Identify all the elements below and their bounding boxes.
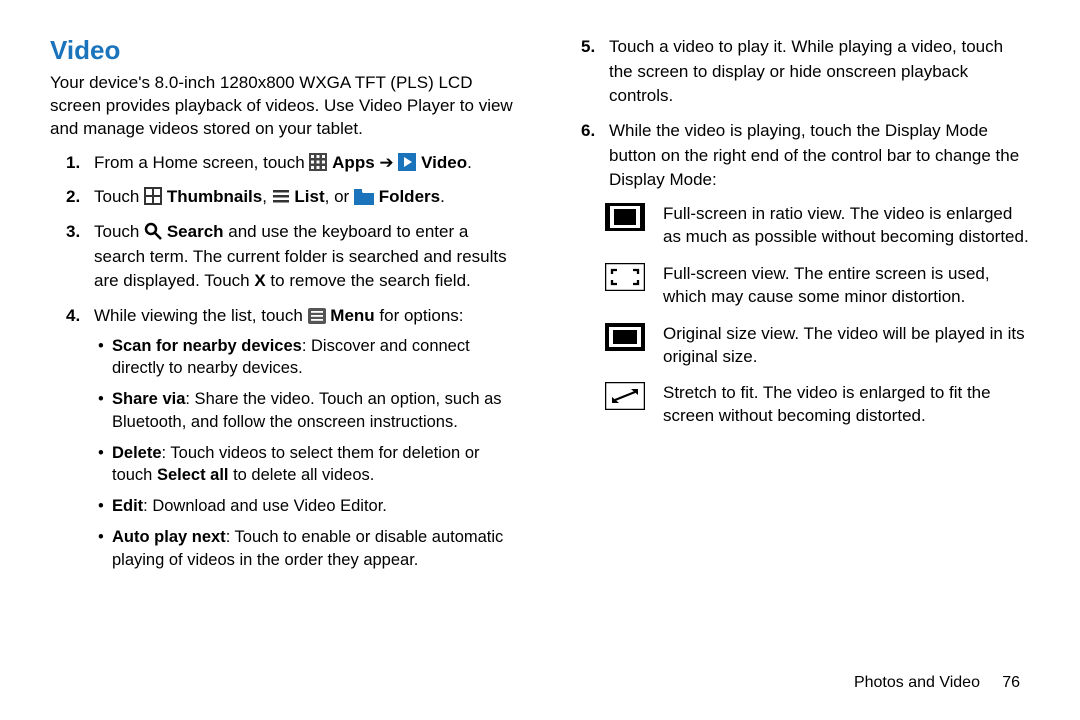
thumbnails-icon [144, 187, 162, 205]
menu-icon [308, 308, 326, 324]
fullscreen-icon [605, 263, 645, 296]
left-column: Video Your device's 8.0-inch 1280x800 WX… [50, 35, 515, 645]
folders-icon [354, 189, 374, 205]
step-4: While viewing the list, touch Menu for o… [94, 304, 515, 572]
mode-ratio: Full-screen in ratio view. The video is … [605, 203, 1030, 249]
section-title: Video [50, 35, 515, 66]
mode-fullscreen: Full-screen view. The entire screen is u… [605, 263, 1030, 309]
original-size-icon [605, 323, 645, 356]
right-column: Touch a video to play it. While playing … [565, 35, 1030, 645]
stretch-fit-icon [605, 382, 645, 415]
sub-scan: Scan for nearby devices: Discover and co… [98, 335, 515, 381]
list-icon [272, 187, 290, 205]
footer-page: 76 [1002, 674, 1020, 691]
sub-delete: Delete: Touch videos to select them for … [98, 442, 515, 488]
mode-stretch: Stretch to fit. The video is enlarged to… [605, 382, 1030, 428]
step-3: Touch Search and use the keyboard to ent… [94, 220, 515, 294]
mode-original: Original size view. The video will be pl… [605, 323, 1030, 369]
step-2: Touch Thumbnails, List, or Folders. [94, 185, 515, 210]
sub-share: Share via: Share the video. Touch an opt… [98, 388, 515, 434]
page-footer: Photos and Video 76 [854, 674, 1020, 692]
ratio-view-icon [605, 203, 645, 236]
apps-grid-icon [309, 153, 327, 171]
footer-section: Photos and Video [854, 674, 980, 691]
sub-edit: Edit: Download and use Video Editor. [98, 495, 515, 518]
video-play-icon [398, 153, 416, 171]
search-icon [144, 222, 162, 240]
intro-text: Your device's 8.0-inch 1280x800 WXGA TFT… [50, 72, 515, 141]
step-1: From a Home screen, touch Apps ➔ Video. [94, 151, 515, 176]
step-6: While the video is playing, touch the Di… [609, 119, 1030, 193]
sub-auto: Auto play next: Touch to enable or disab… [98, 526, 515, 572]
step-5: Touch a video to play it. While playing … [609, 35, 1030, 109]
